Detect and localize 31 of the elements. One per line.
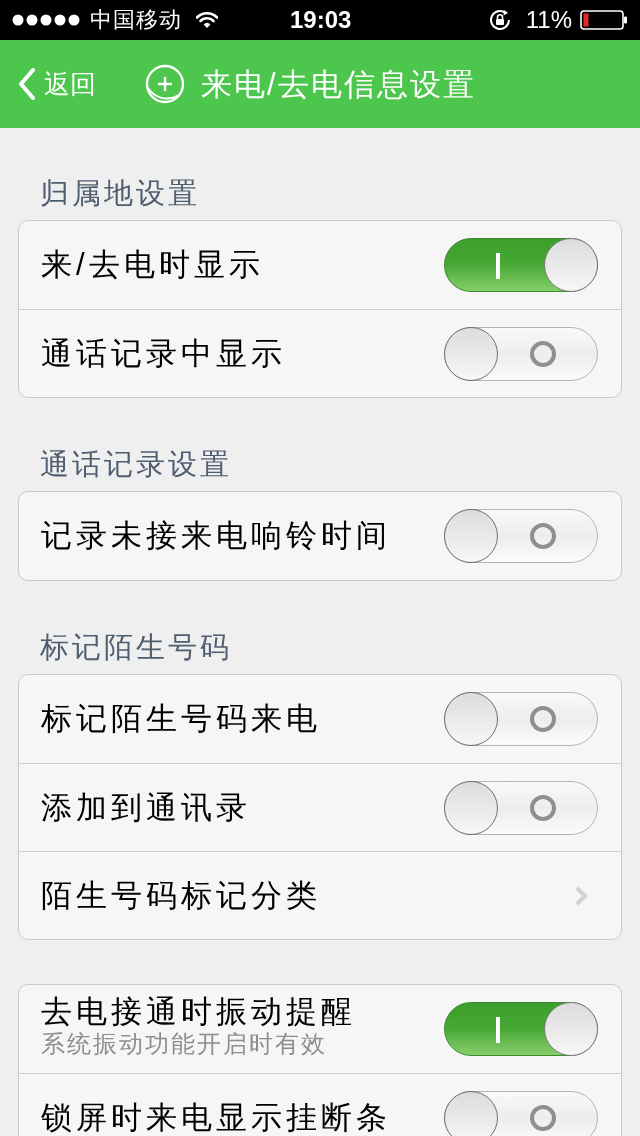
screen-title: 来电/去电信息设置	[201, 68, 476, 100]
clock-time: 19:03	[290, 7, 352, 33]
battery-icon	[580, 10, 628, 30]
toggle-switch[interactable]	[444, 692, 598, 746]
settings-row[interactable]: 陌生号码标记分类	[19, 851, 621, 939]
setting-label: 锁屏时来电显示挂断条	[41, 1098, 391, 1136]
chevron-right-icon	[574, 884, 588, 907]
battery-percent: 11%	[525, 8, 572, 32]
section-header: 标记陌生号码	[39, 630, 233, 665]
setting-label: 通话记录中显示	[41, 334, 286, 373]
setting-hint: 系统振动功能开启时有效	[41, 1029, 328, 1059]
wifi-icon	[196, 12, 218, 28]
circle-plus-icon	[145, 64, 185, 104]
toggle-switch[interactable]	[444, 1002, 598, 1056]
signal-icon	[12, 14, 80, 26]
setting-label: 陌生号码标记分类	[41, 876, 321, 915]
setting-label: 记录未接来电响铃时间	[41, 517, 391, 555]
rotation-lock-icon	[487, 8, 512, 32]
section-header: 归属地设置	[39, 176, 201, 211]
setting-label: 添加到通讯录	[41, 788, 251, 827]
carrier-name: 中国移动	[90, 9, 182, 31]
toggle-switch[interactable]	[444, 780, 598, 835]
setting-label: 标记陌生号码来电	[41, 700, 321, 738]
chevron-left-icon	[18, 68, 36, 100]
toggle-switch[interactable]	[444, 509, 598, 563]
setting-label: 来/去电时显示	[41, 246, 264, 284]
toggle-switch[interactable]	[444, 1090, 598, 1136]
setting-label: 去电接通时振动提醒	[41, 993, 356, 1031]
toggle-switch[interactable]	[444, 326, 598, 381]
section-header: 通话记录设置	[39, 447, 233, 482]
toggle-switch[interactable]	[444, 238, 598, 292]
